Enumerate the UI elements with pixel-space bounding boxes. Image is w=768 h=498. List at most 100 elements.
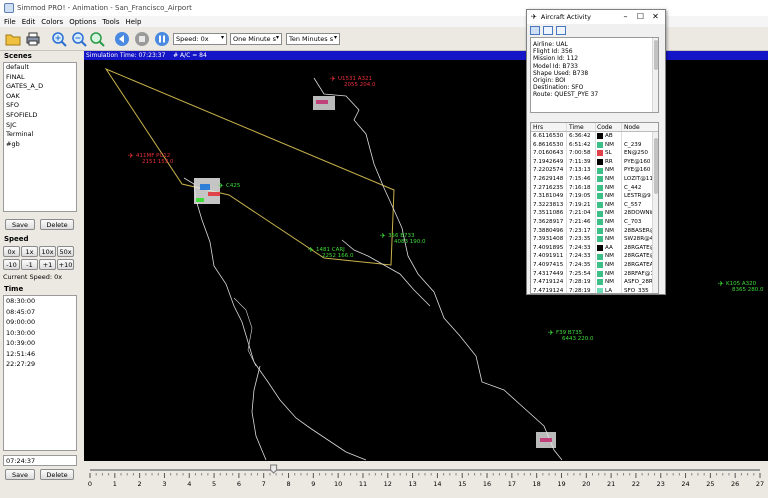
aircraft-marker-icon[interactable]: ✈	[380, 232, 386, 240]
table-row[interactable]: 7.1942649 7:11:39 RR PYE@160	[531, 157, 658, 167]
copy-icon[interactable]	[543, 26, 553, 35]
node-cell: C_239	[624, 141, 642, 148]
list-item[interactable]: Terminal	[4, 130, 76, 140]
menu-edit[interactable]: Edit	[22, 18, 36, 26]
list-item[interactable]: 10:30:00	[4, 328, 76, 339]
trail-select[interactable]: One Minute s ▾	[230, 33, 282, 45]
table-row[interactable]: 7.4317449 7:25:54 NM 28RFAF@1	[531, 269, 658, 279]
list-item[interactable]: 09:00:00	[4, 317, 76, 328]
node-cell: 28DOWNW	[624, 210, 652, 217]
menu-file[interactable]: File	[4, 18, 16, 26]
scenes-list[interactable]: default FINAL GATES_A_D OAK SFO SFOFIELD…	[3, 62, 77, 212]
zoom-fit-button[interactable]	[87, 29, 107, 49]
scenes-save-button[interactable]: Save	[5, 219, 35, 230]
list-item[interactable]: #gb	[4, 140, 76, 150]
rewind-button[interactable]	[112, 29, 132, 49]
time-delete-button[interactable]: Delete	[40, 469, 74, 480]
timeline-thumb[interactable]	[270, 464, 278, 474]
pause-button[interactable]	[152, 29, 172, 49]
aircraft-marker-icon[interactable]: ✈	[330, 75, 336, 83]
list-item[interactable]: 08:30:00	[4, 296, 76, 307]
aircraft-label[interactable]: F39 B735 6443 220.0	[556, 330, 594, 342]
aircraft-label[interactable]: 356 B733 4083 190.0	[388, 233, 426, 245]
table-row[interactable]: 7.4097415 7:24:35 NM 28RGATEA	[531, 260, 658, 270]
table-row[interactable]: 7.4719124 7:28:19 NM ASFO_28R	[531, 278, 658, 287]
list-item[interactable]: GATES_A_D	[4, 82, 76, 92]
list-item[interactable]: OAK	[4, 92, 76, 102]
aircraft-marker-icon[interactable]: ✈	[308, 246, 314, 254]
menu-colors[interactable]: Colors	[41, 18, 63, 26]
maximize-button[interactable]: ☐	[633, 12, 648, 21]
aircraft-marker-icon[interactable]: ✈	[128, 152, 134, 160]
table-row[interactable]: 7.3628917 7:21:46 NM C_703	[531, 217, 658, 227]
list-item[interactable]: 10:39:00	[4, 338, 76, 349]
table-row[interactable]: 6.6116530 6:36:42 AB	[531, 132, 658, 141]
speed-plus1-button[interactable]: +1	[39, 259, 56, 270]
menu-tools[interactable]: Tools	[102, 18, 119, 26]
table-row[interactable]: 7.2629148 7:15:46 NM LOZIT@11	[531, 174, 658, 184]
timeline-slider[interactable]: 0 1 2 3 4 5 6 7 8 9 10 11 12 13 14 15 16 17 18 19 20 21 22 23 24…	[84, 461, 768, 498]
column-header-hrs[interactable]: Hrs	[531, 123, 567, 131]
info-scrollbar[interactable]	[652, 38, 658, 112]
speed-plus10-button[interactable]: +10	[57, 259, 74, 270]
list-view-icon[interactable]	[530, 26, 540, 35]
table-row[interactable]: 7.3223813 7:19:21 NM C_557	[531, 200, 658, 210]
open-folder-button[interactable]	[3, 29, 23, 49]
aircraft-marker-icon[interactable]: ✈	[218, 182, 224, 190]
list-item[interactable]: SFOFIELD	[4, 111, 76, 121]
table-scrollbar[interactable]	[652, 132, 658, 293]
list-item[interactable]: 08:45:07	[4, 307, 76, 318]
table-row[interactable]: 7.2202574 7:13:13 NM PYE@160	[531, 166, 658, 175]
column-header-node[interactable]: Node	[622, 123, 652, 131]
speed-select[interactable]: Speed: 0x ▾	[173, 33, 227, 45]
speed-50x-button[interactable]: 50x	[57, 246, 74, 257]
time-save-button[interactable]: Save	[5, 469, 35, 480]
close-button[interactable]: ✕	[648, 12, 663, 21]
print-button[interactable]	[23, 29, 43, 49]
table-row[interactable]: 7.38804967:23:17 NM 28BASER@	[531, 226, 658, 236]
window-select[interactable]: Ten Minutes s ▾	[286, 33, 340, 45]
column-header-time[interactable]: Time	[567, 123, 596, 131]
aircraft-label[interactable]: 1481 CARJ 2252 166.0	[316, 247, 354, 259]
speed-minus10-button[interactable]: -10	[3, 259, 20, 270]
print-icon[interactable]	[556, 26, 566, 35]
scenes-delete-button[interactable]: Delete	[40, 219, 74, 230]
list-item[interactable]: default	[4, 63, 76, 73]
list-item[interactable]: 22:27:29	[4, 359, 76, 370]
table-row[interactable]: 7.0160643 7:00:58 SL EN@250	[531, 149, 658, 158]
hrs-cell: 7.2629148	[531, 174, 567, 184]
aircraft-label[interactable]: C425	[226, 183, 240, 189]
table-row[interactable]: 6.8616530 6:51:42 NM C_239	[531, 140, 658, 150]
speed-1x-button[interactable]: 1x	[21, 246, 38, 257]
aircraft-label[interactable]: 411MF PC12 2151 153.0	[136, 153, 174, 165]
menu-help[interactable]: Help	[125, 18, 141, 26]
time-list[interactable]: 08:30:00 08:45:07 09:00:00 10:30:00 10:3…	[3, 295, 77, 451]
zoom-in-button[interactable]	[49, 29, 69, 49]
list-item[interactable]: FINAL	[4, 73, 76, 83]
aircraft-marker-icon[interactable]: ✈	[718, 280, 724, 288]
speed-0x-button[interactable]: 0x	[3, 246, 20, 257]
zoom-out-button[interactable]	[69, 29, 89, 49]
menu-options[interactable]: Options	[69, 18, 96, 26]
speed-minus1-button[interactable]: -1	[21, 259, 38, 270]
aircraft-alt-speed: 2055 204.0	[344, 82, 376, 88]
list-item[interactable]: 12:51:46	[4, 349, 76, 360]
list-item[interactable]: SFO	[4, 101, 76, 111]
table-row[interactable]: 7.3511086 7:21:04 NM 28DOWNW	[531, 209, 658, 218]
timeline-tick-label: 7	[262, 480, 266, 488]
table-row[interactable]: 7.4719124 7:28:19 LA SFO_335	[531, 286, 658, 293]
time-input[interactable]: 07:24:37	[3, 455, 77, 466]
table-row[interactable]: 7.3181049 7:19:05 NM LESTR@9	[531, 192, 658, 201]
table-row[interactable]: 7.40918957:24:33 AA 28RGATE@	[531, 243, 658, 253]
minimize-button[interactable]: –	[618, 12, 633, 21]
stop-button[interactable]	[132, 29, 152, 49]
aircraft-label[interactable]: K105 A320 8365 280.0	[726, 281, 764, 293]
aircraft-marker-icon[interactable]: ✈	[548, 329, 554, 337]
list-item[interactable]: SJC	[4, 121, 76, 131]
aircraft-label[interactable]: U1531 A321 2055 204.0	[338, 76, 376, 88]
column-header-code[interactable]: Code	[596, 123, 622, 131]
speed-10x-button[interactable]: 10x	[39, 246, 56, 257]
table-row[interactable]: 7.40919117:24:33 NM 28RGATE@	[531, 252, 658, 261]
table-row[interactable]: 7.3931408 7:23:35 NM SW28R@4	[531, 235, 658, 244]
table-row[interactable]: 7.2716235 7:16:18 NM C_442	[531, 183, 658, 193]
